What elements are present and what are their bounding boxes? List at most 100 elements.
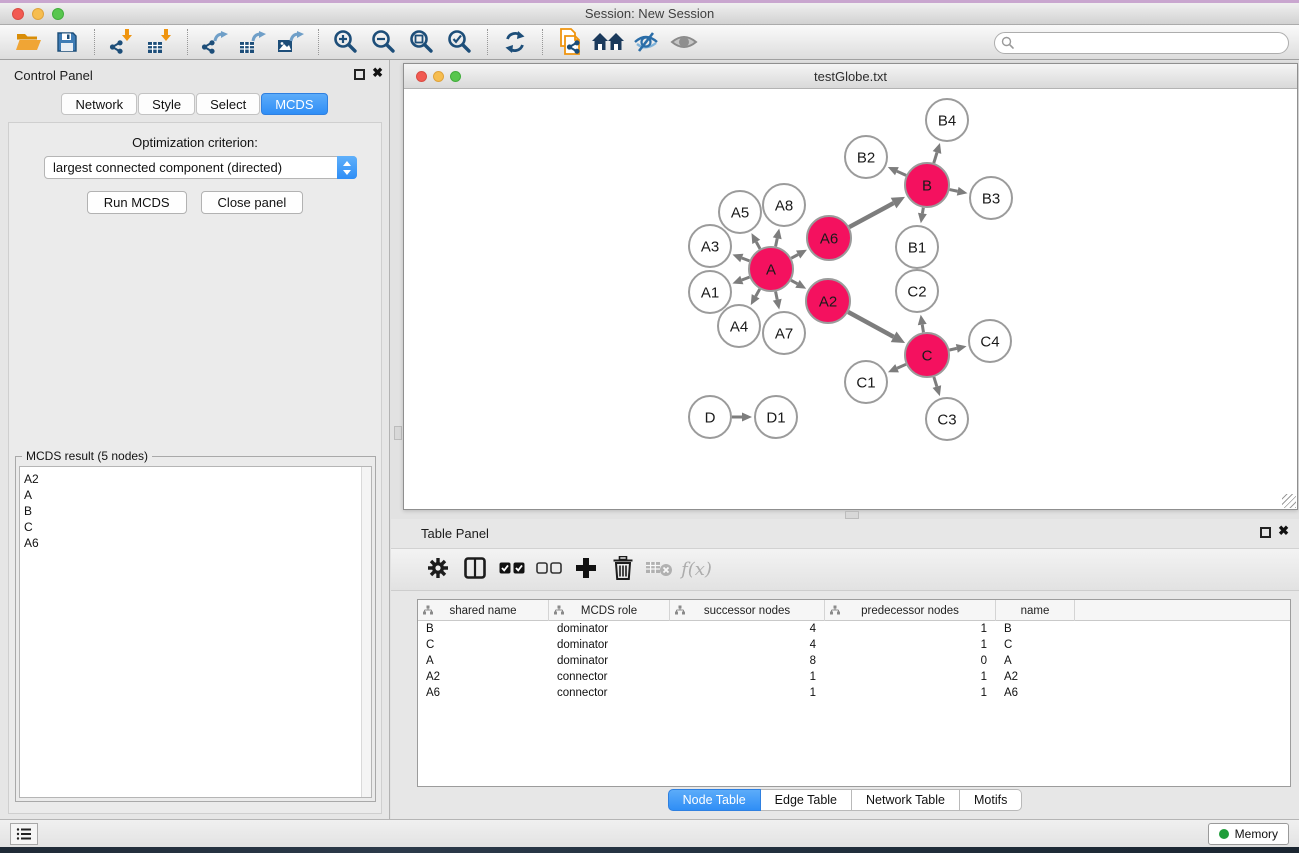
graph-node-D[interactable]: D — [689, 396, 731, 438]
graph-edge-A-A1[interactable] — [742, 277, 750, 280]
graph-node-B3[interactable]: B3 — [970, 177, 1012, 219]
column-header-name[interactable]: name — [996, 600, 1075, 621]
graph-edge-C-C3[interactable] — [934, 377, 937, 387]
graph-node-B4[interactable]: B4 — [926, 99, 968, 141]
open-session-button[interactable] — [10, 27, 48, 57]
graph-node-A3[interactable]: A3 — [689, 225, 731, 267]
column-header-shared-name[interactable]: shared name — [418, 600, 549, 621]
import-table-button[interactable] — [141, 27, 179, 57]
cell-name[interactable]: A2 — [996, 669, 1075, 685]
cell-name[interactable]: C — [996, 637, 1075, 653]
graph-node-A4[interactable]: A4 — [718, 305, 760, 347]
network-canvas[interactable]: B4B2BB3A8A5A6A3B1AC2A1A2A4A7C4CC1C3DD1 — [404, 89, 1297, 509]
graph-edge-C-C1[interactable] — [897, 364, 906, 368]
window-resize-grip[interactable] — [1282, 494, 1296, 508]
graph-node-B1[interactable]: B1 — [896, 226, 938, 268]
cell-predecessor-nodes[interactable]: 1 — [825, 637, 996, 653]
graph-node-A5[interactable]: A5 — [719, 191, 761, 233]
graph-edge-B-B1[interactable] — [922, 208, 923, 214]
cell-successor-nodes[interactable]: 4 — [670, 637, 825, 653]
column-header-MCDS-role[interactable]: MCDS role — [549, 600, 670, 621]
cell-name[interactable]: A6 — [996, 685, 1075, 701]
run-mcds-button[interactable]: Run MCDS — [87, 191, 187, 214]
add-column-button[interactable] — [567, 554, 604, 586]
cell-successor-nodes[interactable]: 8 — [670, 653, 825, 669]
cell-MCDS-role[interactable]: dominator — [549, 653, 670, 669]
graph-edge-B-B2[interactable] — [897, 171, 906, 175]
cell-successor-nodes[interactable]: 1 — [670, 669, 825, 685]
task-history-button[interactable] — [10, 823, 38, 845]
result-item[interactable]: B — [24, 503, 371, 519]
table-row[interactable]: A6connector11A6 — [418, 685, 1290, 701]
hide-graphics-details-button[interactable] — [627, 27, 665, 57]
close-panel-icon[interactable]: ✖ — [372, 65, 383, 81]
result-item[interactable]: C — [24, 519, 371, 535]
column-header-predecessor-nodes[interactable]: predecessor nodes — [825, 600, 996, 621]
cell-MCDS-role[interactable]: connector — [549, 685, 670, 701]
horizontal-split-handle[interactable] — [845, 511, 859, 519]
network-window-titlebar[interactable]: testGlobe.txt — [404, 64, 1297, 89]
graph-edge-B-B4[interactable] — [934, 152, 937, 163]
graph-node-A2[interactable]: A2 — [806, 279, 850, 323]
cell-predecessor-nodes[interactable]: 0 — [825, 653, 996, 669]
export-image-button[interactable] — [272, 27, 310, 57]
zoom-in-button[interactable] — [327, 27, 365, 57]
tab-node-table[interactable]: Node Table — [668, 789, 761, 811]
cell-name[interactable]: A — [996, 653, 1075, 669]
result-item[interactable]: A6 — [24, 535, 371, 551]
cell-MCDS-role[interactable]: connector — [549, 669, 670, 685]
table-close-panel-icon[interactable]: ✖ — [1278, 523, 1289, 539]
cell-MCDS-role[interactable]: dominator — [549, 621, 670, 637]
graph-node-A1[interactable]: A1 — [689, 271, 731, 313]
tab-mcds[interactable]: MCDS — [261, 93, 327, 115]
graph-node-A6[interactable]: A6 — [807, 216, 851, 260]
result-item[interactable]: A2 — [24, 471, 371, 487]
graph-node-B[interactable]: B — [905, 163, 949, 207]
zoom-out-button[interactable] — [365, 27, 403, 57]
cell-shared-name[interactable]: A — [418, 653, 549, 669]
import-network-button[interactable] — [103, 27, 141, 57]
result-item[interactable]: A — [24, 487, 371, 503]
network-overview-button[interactable] — [589, 27, 627, 57]
zoom-selected-button[interactable] — [441, 27, 479, 57]
graph-edge-A2-C[interactable] — [848, 312, 893, 337]
graph-edge-B-B3[interactable] — [950, 190, 958, 192]
tab-network[interactable]: Network — [61, 93, 137, 115]
cell-name[interactable]: B — [996, 621, 1075, 637]
vertical-split-handle[interactable] — [394, 426, 402, 440]
graph-node-A[interactable]: A — [749, 247, 793, 291]
graph-node-D1[interactable]: D1 — [755, 396, 797, 438]
table-float-panel-icon[interactable] — [1260, 527, 1271, 538]
graph-node-C3[interactable]: C3 — [926, 398, 968, 440]
cell-shared-name[interactable]: A6 — [418, 685, 549, 701]
graph-edge-C-C4[interactable] — [949, 348, 956, 350]
float-panel-icon[interactable] — [354, 69, 365, 80]
zoom-fit-button[interactable] — [403, 27, 441, 57]
graph-edge-A-A4[interactable] — [756, 289, 760, 296]
cell-shared-name[interactable]: B — [418, 621, 549, 637]
table-row[interactable]: Adominator80A — [418, 653, 1290, 669]
graph-edge-C-C2[interactable] — [922, 325, 923, 333]
close-panel-button[interactable]: Close panel — [201, 191, 304, 214]
cell-MCDS-role[interactable]: dominator — [549, 637, 670, 653]
cell-predecessor-nodes[interactable]: 1 — [825, 621, 996, 637]
graph-edge-A-A8[interactable] — [776, 238, 778, 246]
delete-column-button[interactable] — [604, 554, 641, 586]
graph-edge-A-A3[interactable] — [742, 258, 750, 261]
tab-style[interactable]: Style — [138, 93, 195, 115]
refresh-button[interactable] — [496, 27, 534, 57]
graph-node-C4[interactable]: C4 — [969, 320, 1011, 362]
graph-node-B2[interactable]: B2 — [845, 136, 887, 178]
cell-shared-name[interactable]: C — [418, 637, 549, 653]
graph-node-C2[interactable]: C2 — [896, 270, 938, 312]
export-table-button[interactable] — [234, 27, 272, 57]
tab-edge-table[interactable]: Edge Table — [761, 789, 852, 811]
column-header-successor-nodes[interactable]: successor nodes — [670, 600, 825, 621]
graph-node-C1[interactable]: C1 — [845, 361, 887, 403]
graph-node-A7[interactable]: A7 — [763, 312, 805, 354]
cell-predecessor-nodes[interactable]: 1 — [825, 669, 996, 685]
cell-predecessor-nodes[interactable]: 1 — [825, 685, 996, 701]
tab-select[interactable]: Select — [196, 93, 260, 115]
table-row[interactable]: Cdominator41C — [418, 637, 1290, 653]
graph-edge-A-A5[interactable] — [756, 242, 760, 249]
